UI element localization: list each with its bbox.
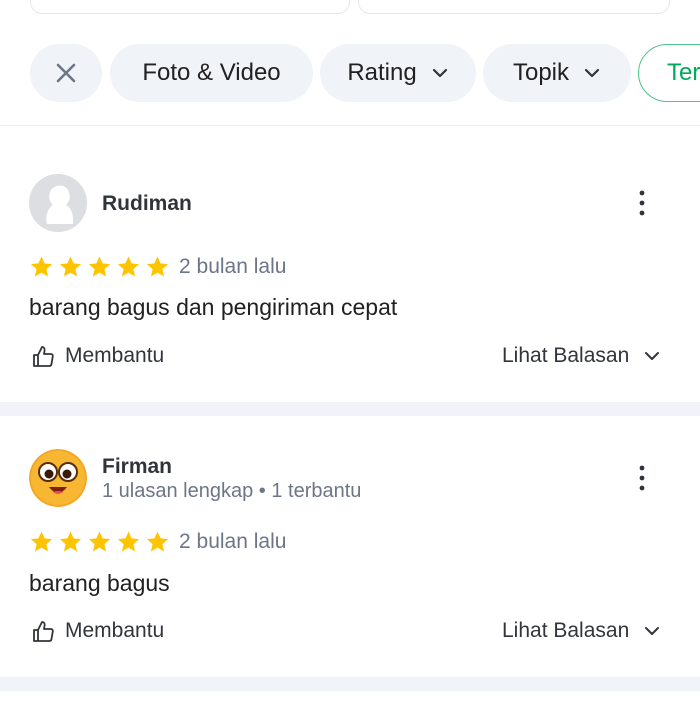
- helpful-label: Membantu: [65, 619, 165, 642]
- more-options-icon[interactable]: [632, 463, 652, 493]
- reviewer-name[interactable]: Firman: [102, 455, 172, 479]
- chevron-down-icon: [645, 627, 660, 635]
- thumbs-up-icon: [33, 621, 54, 642]
- star-icon: [30, 256, 53, 276]
- filter-chip-foto-video[interactable]: Foto & Video: [110, 44, 313, 102]
- view-replies-button[interactable]: Lihat Balasan: [502, 342, 661, 370]
- star-icon: [117, 256, 140, 276]
- avatar[interactable]: [29, 449, 87, 507]
- star-icon: [146, 531, 169, 551]
- filter-bar: Foto & Video Rating Topik Ter: [0, 44, 700, 102]
- more-options-icon[interactable]: [632, 188, 652, 218]
- thumbs-up-icon: [33, 346, 54, 367]
- review-text: barang bagus: [29, 570, 170, 596]
- review-time: 2 bulan lalu: [179, 530, 287, 553]
- view-replies-label: Lihat Balasan: [502, 619, 630, 642]
- star-icon: [59, 531, 82, 551]
- default-avatar-icon: [29, 174, 87, 232]
- reviewer-name[interactable]: Rudiman: [102, 192, 192, 216]
- section-divider: [0, 677, 700, 691]
- star-icon: [88, 531, 111, 551]
- star-icon: [117, 531, 140, 551]
- chevron-down-icon: [584, 68, 600, 78]
- view-replies-label: Lihat Balasan: [502, 344, 630, 367]
- star-icon: [59, 256, 82, 276]
- filter-chip-label: Ter: [667, 59, 700, 86]
- filter-chip-rating[interactable]: Rating: [320, 44, 476, 102]
- top-summary-cards: [0, 0, 700, 16]
- helpful-button[interactable]: Membantu: [31, 617, 164, 645]
- filter-chip-label: Rating: [347, 59, 417, 86]
- chevron-down-icon: [432, 68, 447, 78]
- star-icon: [146, 256, 169, 276]
- view-replies-button[interactable]: Lihat Balasan: [502, 617, 661, 645]
- clear-filter-button[interactable]: [30, 44, 102, 102]
- filter-chip-label: Topik: [512, 59, 570, 86]
- helpful-button[interactable]: Membantu: [31, 342, 164, 370]
- emoji-avatar-icon: [29, 449, 87, 507]
- rating-stars: [29, 254, 174, 280]
- reviewer-meta: 1 ulasan lengkap • 1 terbantu: [102, 480, 362, 502]
- avatar[interactable]: [29, 174, 87, 232]
- filter-chip-label: Foto & Video: [142, 59, 281, 86]
- star-icon: [88, 256, 111, 276]
- rating-stars: [29, 529, 174, 555]
- summary-card[interactable]: [30, 0, 350, 14]
- star-icon: [30, 531, 53, 551]
- filter-chip-topik[interactable]: Topik: [483, 44, 631, 102]
- filter-chip-ter[interactable]: Ter: [638, 44, 700, 102]
- helpful-label: Membantu: [65, 344, 165, 367]
- review-text: barang bagus dan pengiriman cepat: [29, 294, 398, 320]
- chevron-down-icon: [645, 352, 660, 360]
- review-time: 2 bulan lalu: [179, 255, 287, 278]
- divider: [0, 125, 700, 126]
- summary-card[interactable]: [358, 0, 670, 14]
- close-icon: [56, 63, 76, 83]
- section-divider: [0, 402, 700, 416]
